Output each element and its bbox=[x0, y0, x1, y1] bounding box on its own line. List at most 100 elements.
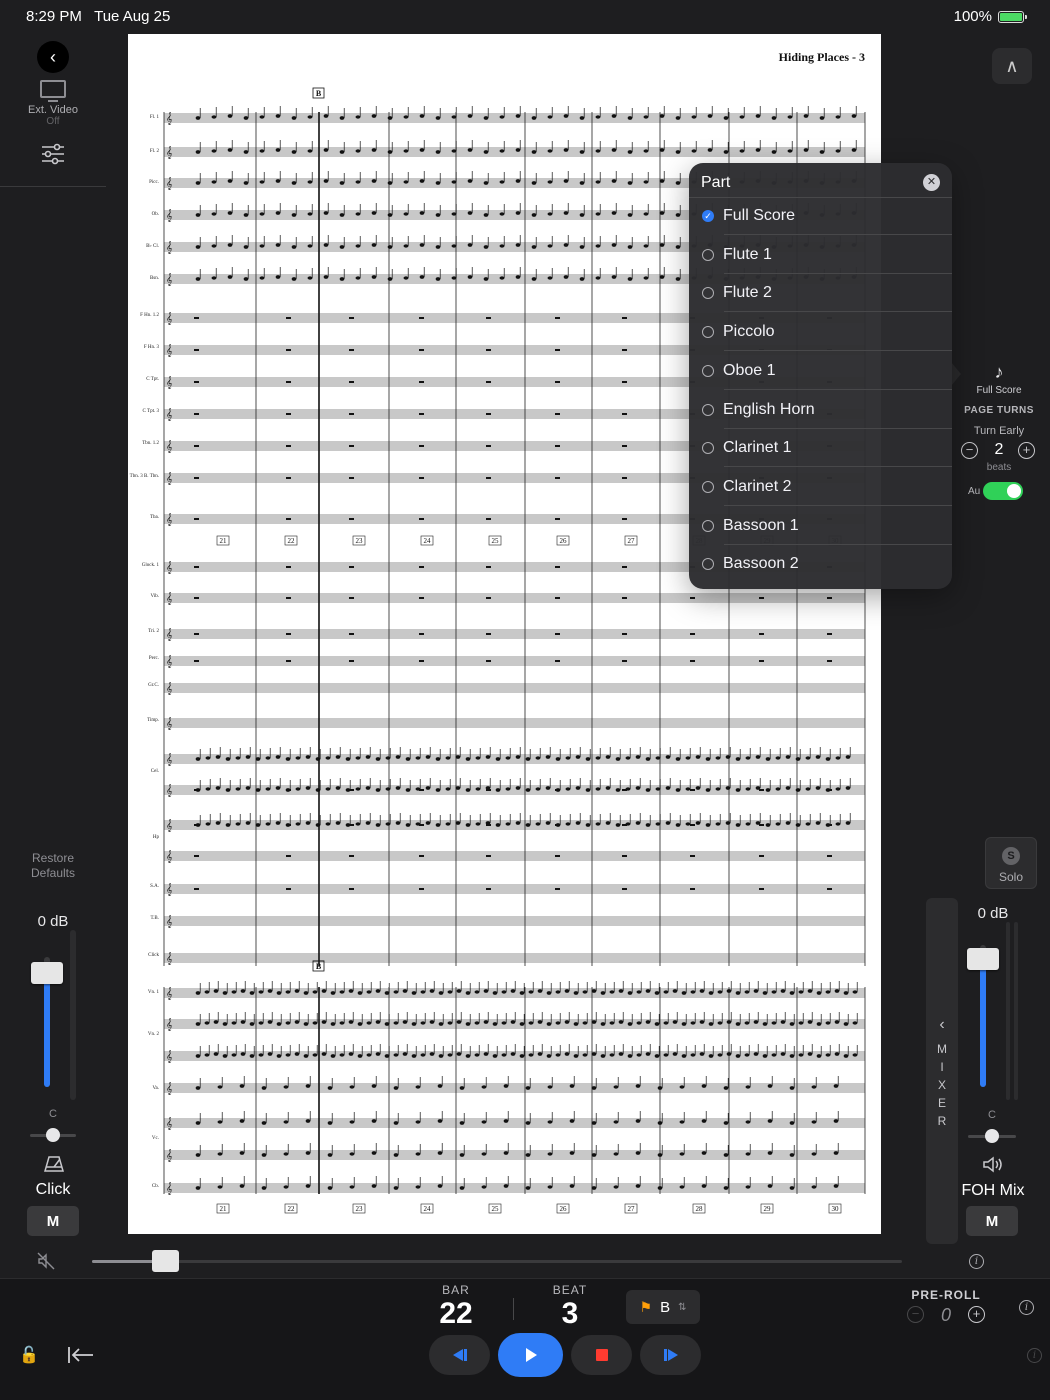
rest bbox=[486, 824, 491, 826]
note-head bbox=[744, 990, 750, 994]
mixer-tab[interactable]: ‹ MIXER bbox=[926, 898, 958, 1244]
turn-early-decrement-button[interactable]: − bbox=[961, 442, 978, 459]
note-head bbox=[211, 149, 217, 153]
instrument-label: Vib. bbox=[151, 594, 159, 599]
lock-icon[interactable]: 🔓 bbox=[19, 1345, 41, 1367]
instrument-label: S.A. bbox=[150, 884, 159, 889]
note-head bbox=[745, 1120, 751, 1124]
part-option-label: English Horn bbox=[723, 400, 815, 418]
part-option[interactable]: Clarinet 1 bbox=[689, 429, 952, 468]
note-head bbox=[375, 757, 381, 761]
note-head bbox=[852, 1053, 858, 1057]
sliders-icon[interactable] bbox=[41, 143, 65, 165]
solo-label: Solo bbox=[998, 870, 1024, 884]
song-position-track[interactable] bbox=[92, 1260, 902, 1263]
note-head bbox=[546, 1022, 552, 1026]
part-option[interactable]: English Horn bbox=[689, 391, 952, 429]
foh-pan-knob[interactable] bbox=[985, 1129, 999, 1143]
note-head bbox=[492, 1054, 498, 1058]
previous-marker-button[interactable] bbox=[429, 1335, 490, 1375]
skip-forward-icon bbox=[663, 1349, 678, 1361]
clef: 𝄞 bbox=[166, 472, 173, 485]
note-head bbox=[789, 1153, 795, 1157]
note-head bbox=[456, 1052, 462, 1056]
note-head bbox=[701, 1084, 707, 1088]
note-head bbox=[371, 114, 377, 118]
note-head bbox=[611, 243, 617, 247]
transport-info-icon[interactable]: i bbox=[1027, 1348, 1042, 1363]
instrument-label: Vn. 2 bbox=[148, 1032, 160, 1037]
note-head bbox=[435, 788, 441, 792]
part-option[interactable]: ✓ Full Score bbox=[689, 197, 952, 235]
note-head bbox=[715, 787, 721, 791]
rest bbox=[622, 566, 627, 568]
rest bbox=[286, 317, 291, 319]
close-icon[interactable]: ✕ bbox=[923, 174, 940, 191]
note-head bbox=[564, 1052, 570, 1056]
rest bbox=[194, 633, 199, 635]
note-head bbox=[798, 1053, 804, 1057]
part-option[interactable]: Flute 1 bbox=[689, 236, 952, 274]
note-head bbox=[459, 1086, 465, 1090]
part-option[interactable]: Flute 2 bbox=[689, 274, 952, 313]
preroll-info-icon[interactable]: i bbox=[1019, 1300, 1034, 1315]
foh-mute-button[interactable]: M bbox=[966, 1206, 1018, 1236]
turn-early-increment-button[interactable]: + bbox=[1018, 442, 1035, 459]
speaker-mute-icon[interactable] bbox=[37, 1252, 55, 1270]
battery-percent: 100% bbox=[953, 8, 992, 25]
return-to-start-button[interactable] bbox=[66, 1344, 96, 1366]
back-button[interactable]: ‹ bbox=[37, 41, 69, 73]
note-head bbox=[564, 989, 570, 993]
collapse-toolbar-button[interactable]: ∧ bbox=[992, 48, 1032, 84]
foh-fader-handle[interactable] bbox=[967, 948, 999, 971]
click-pan-knob[interactable] bbox=[46, 1128, 60, 1142]
note-head bbox=[375, 788, 381, 792]
part-option[interactable]: Clarinet 2 bbox=[689, 468, 952, 506]
measure-number: 23 bbox=[356, 1205, 364, 1213]
note-head bbox=[355, 756, 361, 760]
rest bbox=[759, 633, 764, 635]
full-score-button[interactable]: ♪ Full Score bbox=[962, 362, 1036, 396]
play-button[interactable] bbox=[498, 1333, 563, 1377]
note-head bbox=[845, 755, 851, 759]
part-option[interactable]: Bassoon 2 bbox=[689, 545, 952, 583]
rest bbox=[555, 597, 560, 599]
note-head bbox=[531, 213, 537, 217]
auto-turn-toggle[interactable] bbox=[983, 482, 1023, 500]
info-icon[interactable]: i bbox=[969, 1254, 984, 1269]
preroll-decrement-button[interactable]: − bbox=[907, 1306, 924, 1323]
note-head bbox=[645, 1020, 651, 1024]
preroll-increment-button[interactable]: + bbox=[968, 1306, 985, 1323]
stop-button[interactable] bbox=[571, 1335, 632, 1375]
note-head bbox=[675, 823, 681, 827]
note-head bbox=[519, 991, 525, 995]
foh-level-meter-left bbox=[1006, 922, 1010, 1100]
note-head bbox=[675, 213, 681, 217]
next-marker-button[interactable] bbox=[640, 1335, 701, 1375]
part-option[interactable]: Bassoon 1 bbox=[689, 507, 952, 545]
rest bbox=[349, 566, 354, 568]
note-head bbox=[384, 1022, 390, 1026]
click-mute-button[interactable]: M bbox=[27, 1206, 79, 1236]
part-option[interactable]: Oboe 1 bbox=[689, 352, 952, 390]
note-head bbox=[429, 1052, 435, 1056]
rest bbox=[486, 888, 491, 890]
note-head bbox=[291, 150, 297, 154]
song-position-handle[interactable] bbox=[151, 1250, 179, 1272]
note-head bbox=[547, 1152, 553, 1156]
solo-button[interactable]: S Solo bbox=[985, 837, 1037, 889]
note-head bbox=[285, 990, 291, 994]
click-fader-handle[interactable] bbox=[31, 961, 63, 984]
restore-defaults-button[interactable]: Restore Defaults bbox=[20, 851, 86, 881]
note-head bbox=[225, 757, 231, 761]
marker-select[interactable]: ⚑ B ⇅ bbox=[626, 1290, 700, 1324]
note-head bbox=[525, 1086, 531, 1090]
note-head bbox=[547, 180, 553, 184]
part-option[interactable]: Piccolo bbox=[689, 313, 952, 352]
foh-pan-label: C bbox=[988, 1109, 996, 1121]
ext-video-button[interactable]: Ext. Video Off bbox=[20, 80, 86, 127]
marker-value: B bbox=[660, 1298, 671, 1316]
rest bbox=[555, 855, 560, 857]
note-head bbox=[735, 991, 741, 995]
note-head bbox=[349, 1085, 355, 1089]
